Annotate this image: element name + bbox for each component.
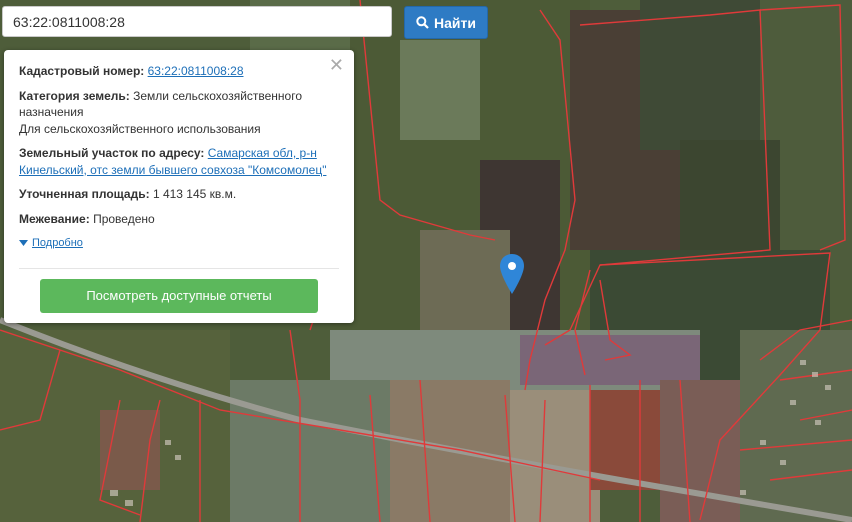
usage-value: Для сельскохозяйственного использования: [19, 121, 261, 136]
area-row: Уточненная площадь: 1 413 145 кв.м.: [19, 186, 339, 203]
view-reports-button[interactable]: Посмотреть доступные отчеты: [40, 279, 318, 313]
survey-label: Межевание:: [19, 211, 90, 226]
search-button-label: Найти: [434, 14, 476, 31]
popup-divider: [19, 268, 339, 269]
address-label: Земельный участок по адресу:: [19, 146, 205, 160]
map-marker-icon[interactable]: [500, 254, 524, 294]
category-label: Категория земель:: [19, 88, 130, 103]
search-input[interactable]: [2, 6, 392, 37]
parcel-info-popup: ✕ Кадастровый номер: 63:22:0811008:28 Ка…: [4, 50, 354, 323]
area-label: Уточненная площадь:: [19, 187, 150, 201]
cadastral-row: Кадастровый номер: 63:22:0811008:28: [19, 63, 339, 80]
search-button[interactable]: Найти: [404, 6, 488, 39]
survey-value: Проведено: [93, 211, 155, 226]
category-row: Категория земель: Земли сельскохозяйстве…: [19, 88, 339, 138]
close-icon[interactable]: ✕: [329, 56, 344, 74]
area-value: 1 413 145 кв.м.: [152, 187, 237, 201]
caret-down-icon: [19, 240, 28, 247]
address-row: Земельный участок по адресу: Самарская о…: [19, 145, 339, 178]
details-label: Подробно: [32, 237, 83, 249]
cadastral-link[interactable]: 63:22:0811008:28: [148, 64, 244, 78]
search-icon: [416, 16, 429, 29]
details-toggle[interactable]: Подробно: [19, 235, 339, 252]
survey-row: Межевание: Проведено: [19, 211, 339, 228]
cadastral-label: Кадастровый номер:: [19, 64, 145, 78]
